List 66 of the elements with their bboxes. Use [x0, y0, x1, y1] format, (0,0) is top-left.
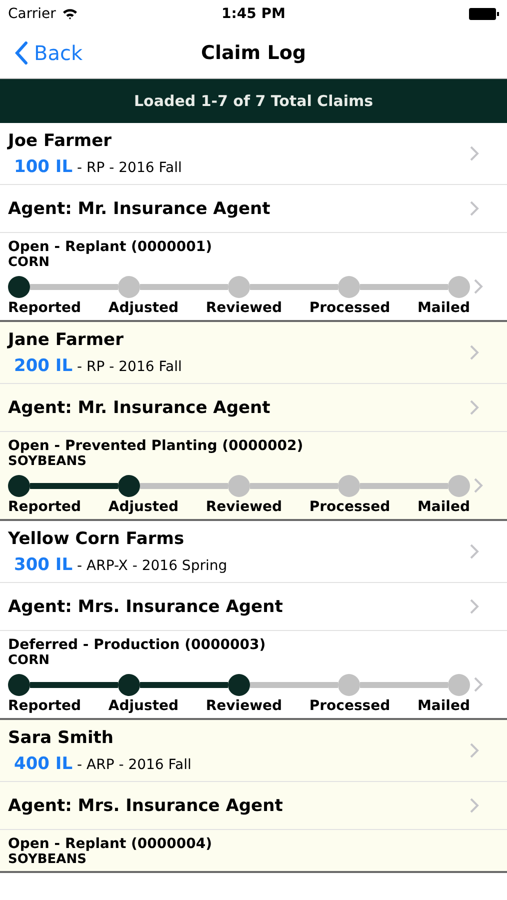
- stage-label: Reported: [8, 300, 82, 316]
- stage-label: Reviewed: [206, 300, 282, 316]
- claimant-row[interactable]: Joe Farmer 100 IL - RP - 2016 Fall: [0, 123, 507, 185]
- agent-name: Agent: Mr. Insurance Agent: [8, 398, 270, 418]
- stage-label: Adjusted: [108, 300, 179, 316]
- claimant-name: Joe Farmer: [8, 130, 113, 150]
- status-time: 1:45 PM: [222, 6, 286, 22]
- stage-label: Mailed: [418, 499, 470, 515]
- status-row[interactable]: Open - Replant (0000004) SOYBEANS: [0, 830, 507, 871]
- claimant-row[interactable]: Yellow Corn Farms 300 IL - ARP-X - 2016 Spring: [0, 521, 507, 583]
- crop-name: SOYBEANS: [8, 852, 88, 867]
- stage-label: Mailed: [418, 698, 470, 714]
- stage-label: Reviewed: [206, 698, 282, 714]
- chevron-left-icon: [14, 41, 28, 65]
- status-row[interactable]: Open - Prevented Planting (0000002) SOYBEANS Reported Adjusted Reviewed Processed Mailed: [0, 432, 507, 519]
- chevron-right-icon: [470, 798, 479, 813]
- claimant-row[interactable]: Jane Farmer 200 IL - RP - 2016 Fall: [0, 322, 507, 384]
- claimant-name: Yellow Corn Farms: [8, 528, 186, 548]
- stage-label: Processed: [309, 698, 390, 714]
- battery-icon: [469, 8, 499, 20]
- screen-title: Claim Log: [201, 42, 306, 64]
- crop-name: CORN: [8, 255, 50, 270]
- stage-label: Reported: [8, 698, 82, 714]
- agent-name: Agent: Mrs. Insurance Agent: [8, 596, 283, 616]
- crop-name: SOYBEANS: [8, 454, 88, 469]
- chevron-right-icon: [470, 544, 479, 559]
- chevron-right-icon: [474, 279, 483, 294]
- claimant-row[interactable]: Sara Smith 400 IL - ARP - 2016 Fall: [0, 720, 507, 782]
- status-row[interactable]: Deferred - Production (0000003) CORN Reported Adjusted Reviewed Processed Mailed: [0, 631, 507, 718]
- stage-label: Reviewed: [206, 499, 282, 515]
- stage-label: Processed: [309, 300, 390, 316]
- chevron-right-icon: [474, 478, 483, 493]
- agent-row[interactable]: Agent: Mrs. Insurance Agent: [0, 782, 507, 830]
- chevron-right-icon: [470, 743, 479, 758]
- agent-row[interactable]: Agent: Mr. Insurance Agent: [0, 185, 507, 233]
- chevron-right-icon: [470, 345, 479, 360]
- policy-line: 100 IL - RP - 2016 Fall: [13, 156, 182, 176]
- policy-line: 200 IL - RP - 2016 Fall: [13, 356, 182, 376]
- agent-name: Agent: Mrs. Insurance Agent: [8, 796, 283, 816]
- claimant-name: Jane Farmer: [8, 330, 124, 350]
- agent-row[interactable]: Agent: Mrs. Insurance Agent: [0, 583, 507, 631]
- claim-status: Open - Replant (0000001): [8, 239, 214, 255]
- claim-status: Open - Replant (0000004): [8, 836, 214, 852]
- chevron-right-icon: [470, 400, 479, 415]
- claimant-name: Sara Smith: [8, 728, 115, 748]
- agent-name: Agent: Mr. Insurance Agent: [8, 198, 270, 218]
- wifi-icon: [62, 8, 78, 20]
- claim-status: Open - Prevented Planting (0000002): [8, 438, 304, 454]
- chevron-right-icon: [470, 146, 479, 161]
- back-button[interactable]: Back: [0, 41, 83, 65]
- status-row[interactable]: Open - Replant (0000001) CORN Reported Adjusted Reviewed Processed Mailed: [0, 233, 507, 320]
- policy-line: 400 IL - ARP - 2016 Fall: [13, 754, 192, 774]
- crop-name: CORN: [8, 653, 50, 668]
- agent-row[interactable]: Agent: Mr. Insurance Agent: [0, 384, 507, 432]
- chevron-right-icon: [470, 201, 479, 216]
- policy-line: 300 IL - ARP-X - 2016 Spring: [13, 554, 228, 574]
- carrier-name: Carrier: [8, 6, 56, 22]
- stage-label: Mailed: [418, 300, 470, 316]
- stage-label: Processed: [309, 499, 390, 515]
- stage-label: Adjusted: [108, 499, 179, 515]
- claim-status: Deferred - Production (0000003): [8, 637, 267, 653]
- chevron-right-icon: [474, 677, 483, 692]
- claims-count-banner: Loaded 1-7 of 7 Total Claims: [0, 79, 507, 123]
- stage-label: Adjusted: [108, 698, 179, 714]
- stage-label: Reported: [8, 499, 82, 515]
- chevron-right-icon: [470, 599, 479, 614]
